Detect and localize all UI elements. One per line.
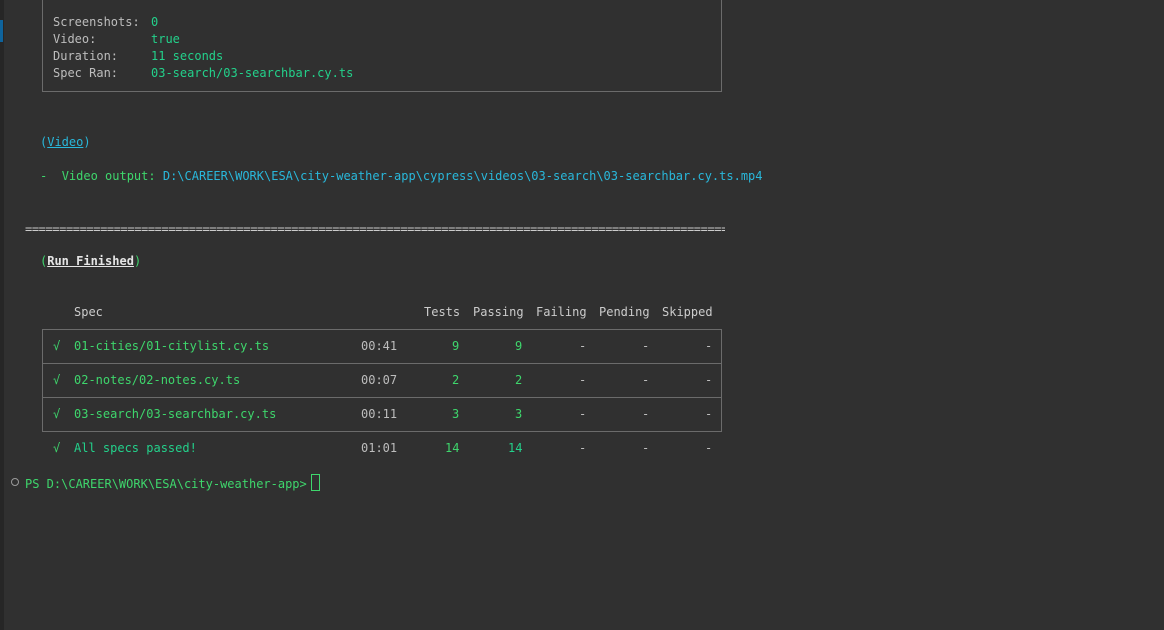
pass-check-icon: √: [53, 339, 61, 353]
run-info-row: Video: true: [53, 32, 180, 46]
header-passing: Passing: [473, 305, 524, 319]
editor-gutter: [0, 0, 4, 630]
run-info-row: Screenshots: 0: [53, 15, 159, 29]
terminal-panel[interactable]: Screenshots: 0 Video: true Duration: 11 sec…: [0, 0, 1164, 630]
run-info-row: Spec Ran: 03-search/03-searchbar.cy.ts: [53, 66, 354, 80]
spec-name: 03-search/03-searchbar.cy.ts: [74, 407, 277, 421]
summary-duration: 01:01: [361, 441, 398, 455]
run-finished-heading: (Run Finished): [40, 254, 142, 268]
results-table: √ 01-cities/01-citylist.cy.ts 00:41 9 9 …: [42, 329, 722, 432]
spec-tests: 3: [452, 407, 460, 421]
summary-tests: 14: [445, 441, 460, 455]
table-row: √ 01-cities/01-citylist.cy.ts 00:41 9 9 …: [43, 330, 721, 364]
pass-check-icon: √: [53, 373, 61, 387]
spec-pending: -: [642, 373, 650, 387]
run-info-row: Duration: 11 seconds: [53, 49, 224, 63]
spec-passing: 9: [515, 339, 523, 353]
spec-tests: 9: [452, 339, 460, 353]
summary-pending: -: [642, 441, 650, 455]
spec-duration: 00:07: [361, 373, 398, 387]
summary-passing: 14: [508, 441, 523, 455]
gutter-marker: [0, 20, 3, 42]
spec-passing: 3: [515, 407, 523, 421]
summary-skipped: -: [705, 441, 713, 455]
video-output-line: - Video output: D:\CAREER\WORK\ESA\city-…: [40, 169, 763, 183]
spec-skipped: -: [705, 373, 713, 387]
spec-name: 01-cities/01-citylist.cy.ts: [74, 339, 270, 353]
header-failing: Failing: [536, 305, 587, 319]
video-output-path[interactable]: D:\CAREER\WORK\ESA\city-weather-app\cypr…: [163, 169, 763, 183]
separator-line: ========================================…: [25, 222, 725, 236]
cursor-icon: [310, 474, 320, 491]
summary-label: All specs passed!: [74, 441, 197, 455]
spec-pending: -: [642, 339, 650, 353]
spec-passing: 2: [515, 373, 523, 387]
spec-duration: 00:41: [361, 339, 398, 353]
spec-failing: -: [579, 339, 587, 353]
table-row: √ 02-notes/02-notes.cy.ts 00:07 2 2 - - …: [43, 364, 721, 398]
header-pending: Pending: [599, 305, 650, 319]
spec-name: 02-notes/02-notes.cy.ts: [74, 373, 241, 387]
pass-check-icon: √: [53, 407, 61, 421]
shell-prompt[interactable]: PS D:\CAREER\WORK\ESA\city-weather-app>: [25, 474, 320, 493]
spec-skipped: -: [705, 339, 713, 353]
summary-row: √ All specs passed! 01:01 14 14 - - -: [43, 440, 721, 457]
header-spec: Spec: [74, 305, 103, 319]
header-tests: Tests: [424, 305, 461, 319]
spec-skipped: -: [705, 407, 713, 421]
header-skipped: Skipped: [662, 305, 713, 319]
spec-failing: -: [579, 407, 587, 421]
pass-check-icon: √: [53, 441, 61, 455]
spec-duration: 00:11: [361, 407, 398, 421]
spec-failing: -: [579, 373, 587, 387]
table-row: √ 03-search/03-searchbar.cy.ts 00:11 3 3…: [43, 398, 721, 431]
spec-pending: -: [642, 407, 650, 421]
video-heading: (Video): [40, 135, 91, 149]
prompt-status-icon: [11, 478, 19, 486]
summary-failing: -: [579, 441, 587, 455]
spec-tests: 2: [452, 373, 460, 387]
